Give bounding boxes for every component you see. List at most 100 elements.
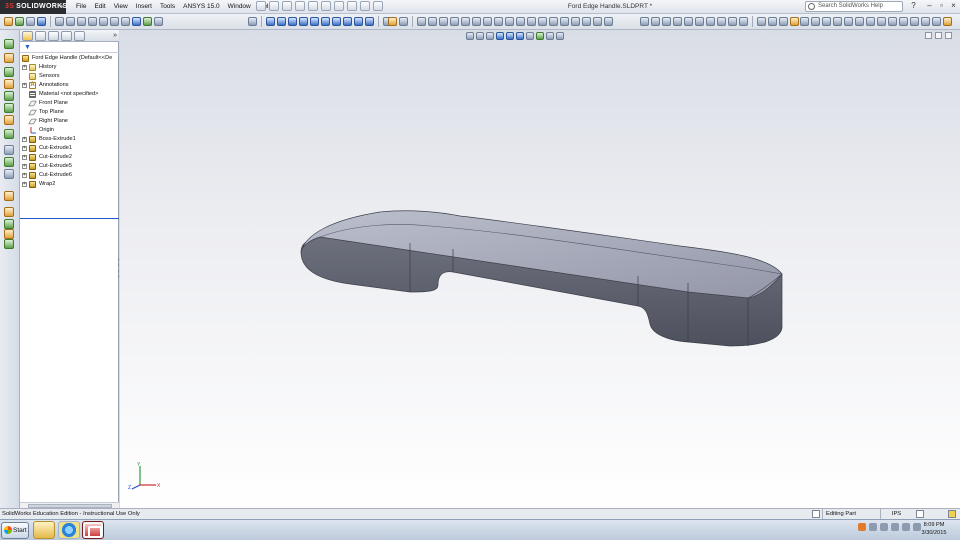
shaded-sketch-icon[interactable]: [695, 17, 704, 26]
hide-show-icon[interactable]: [121, 17, 130, 26]
intersect-command-icon[interactable]: [4, 219, 14, 229]
line-icon[interactable]: [417, 17, 426, 26]
sketch-picture-icon[interactable]: [717, 17, 726, 26]
revolve-command-icon[interactable]: [4, 53, 14, 63]
dome-command-icon[interactable]: [4, 207, 14, 217]
tree-filter-icon[interactable]: ▼: [20, 43, 119, 53]
expand-toggle-icon[interactable]: +: [22, 173, 27, 178]
tray-alert-icon[interactable]: [858, 523, 866, 531]
tree-root[interactable]: Ford Edge Handle (Default<<De: [20, 54, 119, 63]
revolved-boss-icon[interactable]: [277, 17, 286, 26]
appearances-scenes-icon[interactable]: [844, 17, 853, 26]
tree-node[interactable]: Right Plane: [20, 117, 119, 126]
tree-node[interactable]: + A Annotations: [20, 81, 119, 90]
zoom-to-fit-icon[interactable]: [55, 17, 64, 26]
restore-button[interactable]: ▫: [936, 1, 947, 12]
sweep-command-icon[interactable]: [4, 67, 14, 77]
lofted-boss-icon[interactable]: [299, 17, 308, 26]
draft-command-icon[interactable]: [4, 157, 14, 167]
tree-node[interactable]: Front Plane: [20, 99, 119, 108]
configuration-manager-tab[interactable]: [48, 31, 59, 41]
view-palette-icon[interactable]: [833, 17, 842, 26]
quick-snaps-icon[interactable]: [662, 17, 671, 26]
tree-node[interactable]: Material <not specified>: [20, 90, 119, 99]
door-handle-model[interactable]: [120, 30, 960, 508]
photoview-icon[interactable]: [932, 17, 941, 26]
tree-node[interactable]: Top Plane: [20, 108, 119, 117]
polygon-icon[interactable]: [472, 17, 481, 26]
slot-icon[interactable]: [439, 17, 448, 26]
layout-icon[interactable]: [739, 17, 748, 26]
tree-node[interactable]: + Cut-Extrude6: [20, 171, 119, 180]
tray-sync-icon[interactable]: [891, 523, 899, 531]
menu-ansys[interactable]: ANSYS 15.0: [179, 0, 224, 14]
expand-toggle-icon[interactable]: +: [22, 155, 27, 160]
appearance-icon[interactable]: [37, 17, 46, 26]
boundary-command-icon[interactable]: [4, 91, 14, 101]
tree-node[interactable]: + History: [20, 63, 119, 72]
expand-toggle-icon[interactable]: +: [22, 65, 27, 70]
zoom-area-icon[interactable]: [66, 17, 75, 26]
loft-command-icon[interactable]: [4, 79, 14, 89]
sketch-grid-icon[interactable]: [706, 17, 715, 26]
new-document-icon[interactable]: [269, 1, 279, 11]
minimize-button[interactable]: –: [924, 1, 935, 12]
mirror-command-icon[interactable]: [4, 229, 14, 239]
shell-command-icon[interactable]: [4, 169, 14, 179]
user-icon[interactable]: [943, 17, 952, 26]
rectangle-icon[interactable]: [428, 17, 437, 26]
forum-icon[interactable]: [877, 17, 886, 26]
rebuild-icon[interactable]: [347, 1, 357, 11]
view-settings-icon[interactable]: [154, 17, 163, 26]
help-question-icon[interactable]: ?: [908, 1, 919, 12]
spline-icon[interactable]: [483, 17, 492, 26]
view-orientation-icon[interactable]: [99, 17, 108, 26]
move-entities-icon[interactable]: [604, 17, 613, 26]
open-icon[interactable]: [282, 1, 292, 11]
convert-entities-icon[interactable]: [560, 17, 569, 26]
arc-icon[interactable]: [461, 17, 470, 26]
previous-view-icon[interactable]: [77, 17, 86, 26]
select-icon[interactable]: [334, 1, 344, 11]
menu-tools[interactable]: Tools: [156, 0, 179, 14]
display-style-icon[interactable]: [110, 17, 119, 26]
smart-dimension-icon[interactable]: [15, 17, 24, 26]
tree-node[interactable]: Origin: [20, 126, 119, 135]
solidworks-logo[interactable]: 3S SOLIDWORKS ▸: [0, 0, 67, 14]
trim-icon[interactable]: [549, 17, 558, 26]
dimxpert-manager-tab[interactable]: [61, 31, 72, 41]
offset-entities-icon[interactable]: [571, 17, 580, 26]
file-explorer-icon[interactable]: [822, 17, 831, 26]
point-icon[interactable]: [505, 17, 514, 26]
expand-toggle-icon[interactable]: +: [22, 146, 27, 151]
task-pane-icon[interactable]: [800, 17, 809, 26]
rollback-bar[interactable]: [20, 218, 119, 219]
simulation-icon[interactable]: [921, 17, 930, 26]
rib-command-icon[interactable]: [4, 145, 14, 155]
options-gear-icon[interactable]: [790, 17, 799, 26]
fillet-icon[interactable]: [332, 17, 341, 26]
linear-pattern-icon[interactable]: [593, 17, 602, 26]
quick-tips-icon[interactable]: [916, 510, 924, 518]
motion-study-icon[interactable]: [910, 17, 919, 26]
extruded-boss-icon[interactable]: [266, 17, 275, 26]
swept-boss-icon[interactable]: [288, 17, 297, 26]
unit-system-selector[interactable]: IPS: [880, 509, 912, 519]
fillet-command-icon[interactable]: [4, 115, 14, 125]
save-icon[interactable]: [295, 1, 305, 11]
rapid-sketch-icon[interactable]: [673, 17, 682, 26]
sketch-icon[interactable]: [4, 17, 13, 26]
file-explorer-taskbar-icon[interactable]: [33, 521, 55, 539]
tray-flag-icon[interactable]: [869, 523, 877, 531]
tree-node[interactable]: + Cut-Extrude5: [20, 162, 119, 171]
wrap-command-icon[interactable]: [4, 191, 14, 201]
file-properties-icon[interactable]: [360, 1, 370, 11]
sketch-chamfer-icon[interactable]: [768, 17, 777, 26]
scene-icon[interactable]: [143, 17, 152, 26]
solidworks-resources-icon[interactable]: [866, 17, 875, 26]
sketch-tool-icon[interactable]: [388, 17, 397, 26]
section-view-icon[interactable]: [88, 17, 97, 26]
revolved-cut-icon[interactable]: [321, 17, 330, 26]
sketch-fillet-icon[interactable]: [538, 17, 547, 26]
design-library-icon[interactable]: [811, 17, 820, 26]
